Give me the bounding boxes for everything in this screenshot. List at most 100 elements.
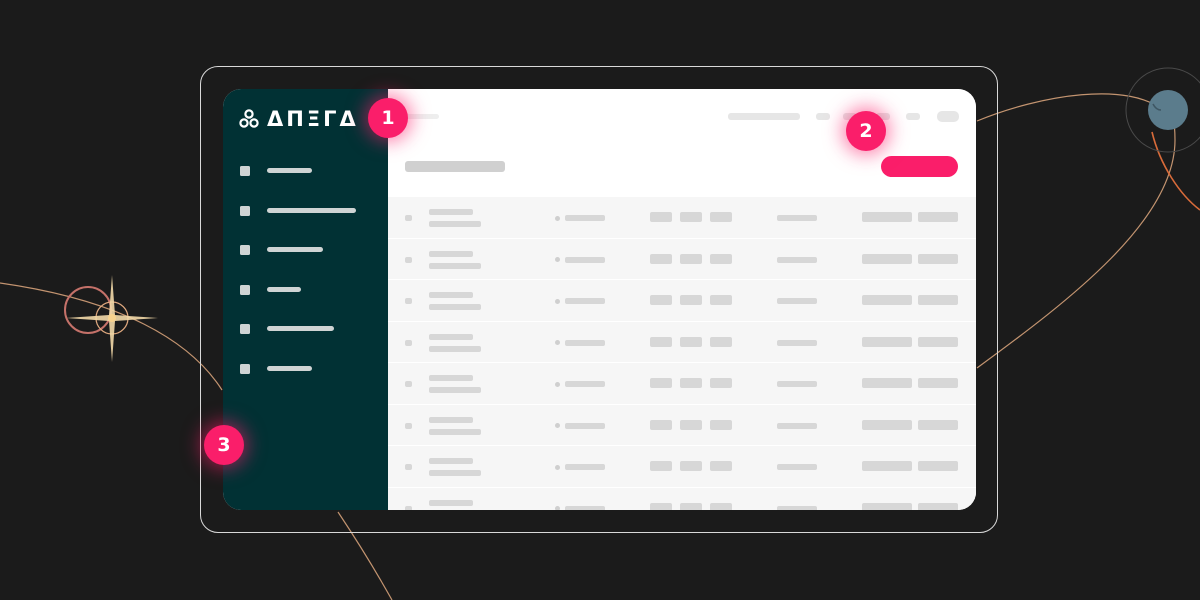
callout-badge-3: 3 xyxy=(204,425,244,465)
cell-action-placeholder[interactable] xyxy=(862,336,912,347)
table-row[interactable] xyxy=(388,363,976,405)
ring-circle-left xyxy=(64,286,112,334)
cell-action-placeholder[interactable] xyxy=(862,461,912,471)
square-nav-icon xyxy=(240,284,250,295)
cell-tag-placeholder xyxy=(710,419,732,430)
sidebar-item-2[interactable] xyxy=(240,205,356,216)
row-checkbox-placeholder[interactable] xyxy=(405,215,412,221)
cell-sub-placeholder xyxy=(429,304,481,310)
data-table xyxy=(388,197,976,510)
cell-status-placeholder xyxy=(565,298,605,304)
cell-tag-placeholder xyxy=(650,336,672,347)
cell-tag-placeholder xyxy=(710,378,732,388)
sidebar-item-4[interactable] xyxy=(240,284,301,295)
cell-action-placeholder[interactable] xyxy=(862,253,912,264)
row-checkbox-placeholder[interactable] xyxy=(405,339,412,346)
cell-sub-placeholder xyxy=(429,262,481,269)
status-dot xyxy=(555,381,560,387)
table-row[interactable] xyxy=(388,321,976,363)
cell-action-placeholder[interactable] xyxy=(918,253,958,264)
header-search-placeholder[interactable] xyxy=(728,113,800,120)
row-checkbox-placeholder[interactable] xyxy=(405,256,412,263)
cell-tag-placeholder xyxy=(680,253,702,264)
status-dot xyxy=(555,298,560,304)
cell-status-placeholder xyxy=(565,464,605,470)
cell-name-placeholder xyxy=(429,333,473,340)
row-checkbox-placeholder[interactable] xyxy=(405,298,412,304)
row-checkbox-placeholder[interactable] xyxy=(405,505,412,510)
cell-action-placeholder[interactable] xyxy=(918,461,958,471)
cell-action-placeholder[interactable] xyxy=(862,378,912,388)
cell-action-placeholder[interactable] xyxy=(918,502,958,510)
cell-sub-placeholder xyxy=(429,387,481,393)
cell-status-placeholder xyxy=(565,256,605,263)
table-row[interactable] xyxy=(388,487,976,510)
cell-date-placeholder xyxy=(777,422,817,429)
table-row[interactable] xyxy=(388,197,976,239)
cell-name-placeholder xyxy=(429,458,473,464)
row-checkbox-placeholder[interactable] xyxy=(405,381,412,387)
status-dot xyxy=(555,464,560,470)
cell-action-placeholder[interactable] xyxy=(918,419,958,430)
cell-tag-placeholder xyxy=(650,378,672,388)
cell-tag-placeholder xyxy=(710,253,732,264)
cell-date-placeholder xyxy=(777,505,817,510)
cell-tag-placeholder xyxy=(680,212,702,222)
page-title-placeholder xyxy=(405,161,505,172)
cell-date-placeholder xyxy=(777,339,817,346)
cell-tag-placeholder xyxy=(710,336,732,347)
header-icon-placeholder[interactable] xyxy=(816,113,830,120)
table-row[interactable] xyxy=(388,404,976,446)
cell-tag-placeholder xyxy=(680,295,702,305)
cell-tag-placeholder xyxy=(680,502,702,510)
cell-sub-placeholder xyxy=(429,428,481,435)
table-row[interactable] xyxy=(388,446,976,488)
user-avatar-placeholder[interactable] xyxy=(937,111,959,122)
cell-status-placeholder xyxy=(565,339,605,346)
cell-action-placeholder[interactable] xyxy=(862,419,912,430)
square-nav-icon xyxy=(240,363,250,374)
illustration-stage: ΔΠΞΓΔ 1 2 3 xyxy=(0,0,1200,600)
brand-logo[interactable]: ΔΠΞΓΔ xyxy=(239,109,359,130)
row-checkbox-placeholder[interactable] xyxy=(405,464,412,470)
cell-tag-placeholder xyxy=(650,253,672,264)
cell-action-placeholder[interactable] xyxy=(918,295,958,305)
primary-action-button[interactable] xyxy=(881,156,958,177)
square-nav-icon xyxy=(240,323,250,334)
cell-tag-placeholder xyxy=(650,461,672,471)
cell-name-placeholder xyxy=(429,209,473,215)
square-nav-icon xyxy=(240,165,250,176)
cell-name-placeholder xyxy=(429,416,473,423)
square-nav-icon xyxy=(240,244,250,255)
sidebar-item-label-placeholder xyxy=(267,287,301,292)
cell-date-placeholder xyxy=(777,381,817,387)
cell-date-placeholder xyxy=(777,464,817,470)
cell-action-placeholder[interactable] xyxy=(918,378,958,388)
cell-status-placeholder xyxy=(565,505,605,510)
cell-action-placeholder[interactable] xyxy=(918,212,958,222)
table-row[interactable] xyxy=(388,280,976,322)
cell-action-placeholder[interactable] xyxy=(862,212,912,222)
cell-status-placeholder xyxy=(565,215,605,221)
sidebar-item-label-placeholder xyxy=(267,168,312,173)
row-checkbox-placeholder[interactable] xyxy=(405,422,412,429)
cell-tag-placeholder xyxy=(650,502,672,510)
status-dot xyxy=(555,340,560,345)
table-row[interactable] xyxy=(388,238,976,280)
cell-status-placeholder xyxy=(565,381,605,387)
cell-tag-placeholder xyxy=(680,461,702,471)
cell-date-placeholder xyxy=(777,215,817,221)
header-icon-placeholder[interactable] xyxy=(906,113,920,120)
sidebar-item-label-placeholder xyxy=(267,247,323,252)
main-content xyxy=(388,89,976,510)
cell-action-placeholder[interactable] xyxy=(862,502,912,510)
status-dot xyxy=(555,257,560,262)
sidebar-item-5[interactable] xyxy=(240,323,334,334)
cell-sub-placeholder xyxy=(429,470,481,476)
cell-name-placeholder xyxy=(429,375,473,381)
sidebar-item-1[interactable] xyxy=(240,165,312,176)
cell-action-placeholder[interactable] xyxy=(862,295,912,305)
sidebar-item-3[interactable] xyxy=(240,244,323,255)
cell-action-placeholder[interactable] xyxy=(918,336,958,347)
sidebar-item-6[interactable] xyxy=(240,363,312,374)
